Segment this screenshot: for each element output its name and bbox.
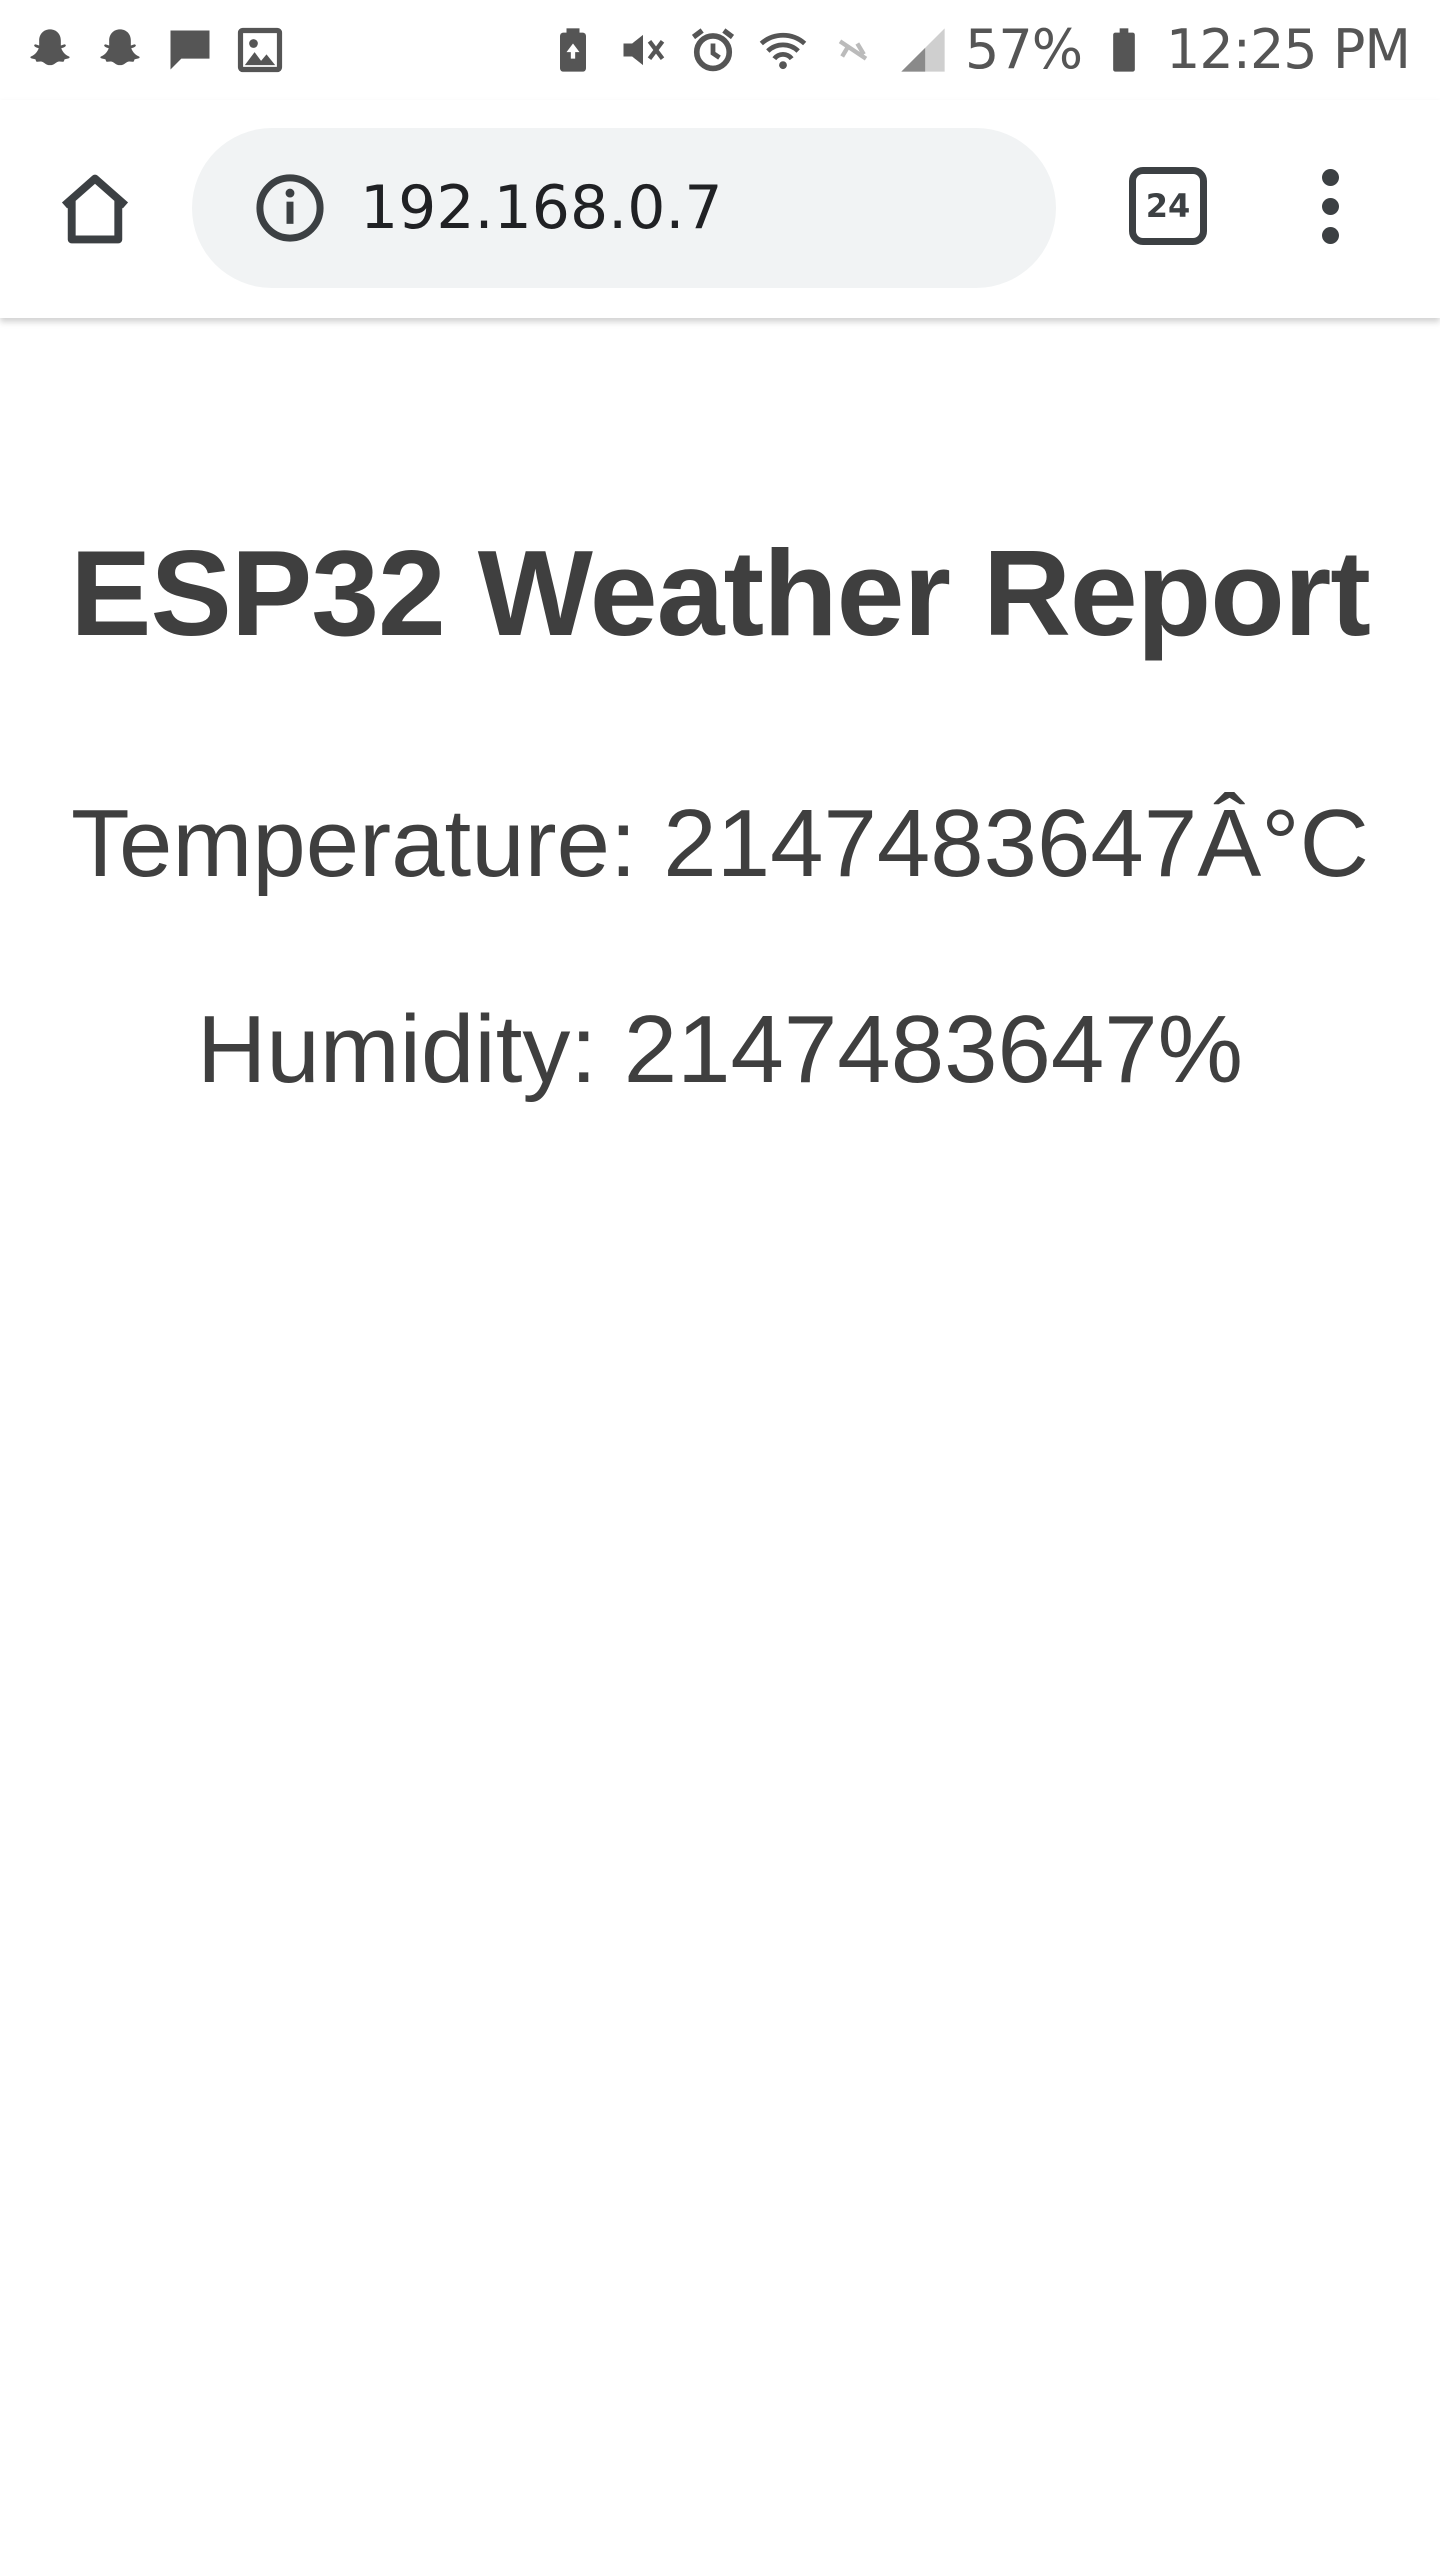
battery-saver-icon (545, 22, 601, 78)
tab-count: 24 (1129, 167, 1207, 245)
overflow-menu-icon (1321, 168, 1339, 186)
browser-toolbar: 192.168.0.7 24 (0, 100, 1440, 318)
page-title: ESP32 Weather Report (70, 525, 1371, 661)
humidity-reading: Humidity: 2147483647% (196, 996, 1243, 1103)
mobile-data-off-icon (825, 22, 881, 78)
gallery-icon (232, 22, 288, 78)
notification-icons (22, 20, 288, 80)
overflow-menu-button[interactable] (1290, 156, 1370, 256)
system-status-icons: 57% 12:25 PM (545, 18, 1411, 81)
snapchat-icon (22, 22, 78, 78)
alarm-icon (685, 22, 741, 78)
tab-switcher-button[interactable]: 24 (1128, 166, 1208, 246)
vibrate-mute-icon (615, 22, 671, 78)
battery-icon (1096, 22, 1152, 78)
address-bar[interactable]: 192.168.0.7 (192, 128, 1056, 288)
wifi-icon (755, 22, 811, 78)
overflow-menu-icon (1321, 197, 1339, 215)
url-text[interactable]: 192.168.0.7 (360, 128, 723, 288)
battery-percent: 57% (965, 18, 1083, 81)
clock: 12:25 PM (1166, 18, 1411, 81)
snapchat-icon (92, 22, 148, 78)
message-icon (162, 22, 218, 78)
temperature-reading: Temperature: 2147483647Â°C (71, 790, 1369, 897)
home-icon (52, 166, 138, 257)
status-bar: 57% 12:25 PM (0, 0, 1440, 100)
overflow-menu-icon (1321, 226, 1339, 244)
info-icon[interactable] (250, 168, 330, 248)
signal-icon (895, 22, 951, 78)
home-button[interactable] (40, 156, 150, 266)
